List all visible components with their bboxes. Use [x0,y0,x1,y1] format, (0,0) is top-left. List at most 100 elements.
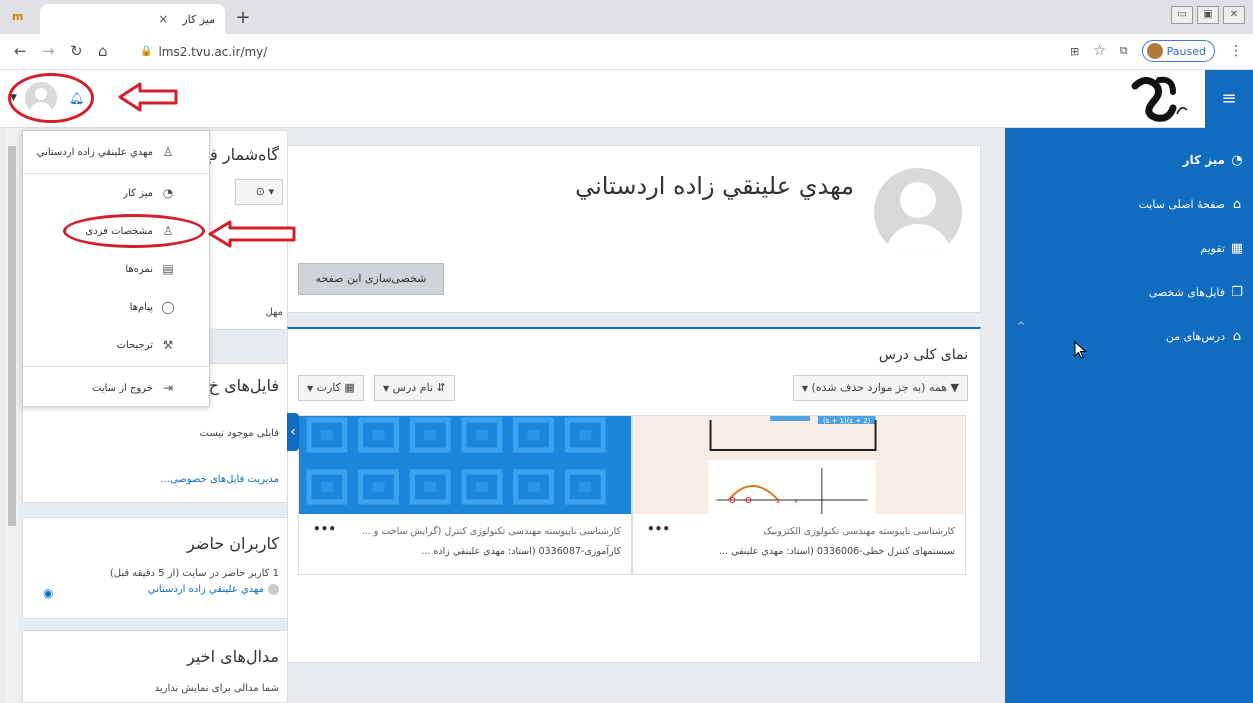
message-icon: ◯ [161,300,175,314]
drawer-item-calendar[interactable]: ▦ تقویم [1005,226,1253,270]
card-course-name[interactable]: کارآموزی-0336087 (استاد: مهدي علينقي زاد… [421,546,621,557]
translate-icon[interactable]: ⊞ [1070,45,1079,58]
menu-item-fullname[interactable]: ♙ مهدي علينقي زاده اردستاني [23,131,209,173]
annotation-arrow-profile [208,220,296,248]
browser-menu-icon[interactable]: ⋮ [1229,43,1243,59]
annotation-ellipse-profile [63,214,205,248]
eye-icon[interactable]: ◉ [43,586,53,600]
site-navbar: ▼ 🔔︎ ≡ [0,70,1253,128]
graduation-cap-icon: ⌂ [1232,328,1242,344]
grades-icon: ▤ [162,262,174,276]
blocks-drawer-toggle-icon[interactable]: ‹ [287,413,299,451]
maximize-icon[interactable]: ▣ [1197,6,1219,24]
manage-files-link[interactable]: مدیریت فایل‌های خصوصی... [160,474,279,485]
course-overview-block: نمای کلی درس ▼ همه (به جز موارد حذف شده)… [287,327,981,663]
logout-icon: ⇥ [162,381,174,395]
new-tab-button[interactable]: + [232,8,254,28]
card-more-menu[interactable]: ••• [313,522,336,536]
menu-item-grades[interactable]: ▤ نمره‌ها [23,250,209,288]
drawer-item-label: درس‌های من [1165,329,1225,343]
profile-avatar [1146,43,1163,59]
grid-icon: ▦ [344,381,355,394]
recent-badges-block: مدال‌های اخیر شما مدالی برای نمایش نداری… [22,630,288,703]
paused-label: Paused [1166,44,1206,58]
course-card[interactable]: ••• کارشناسی ناپیوسته مهندسی تکنولوژی کن… [298,415,632,575]
chrome-profile-icon[interactable]: m [12,10,26,24]
drawer-item-label: صفحهٔ اصلی سایت [1138,197,1225,211]
window-controls: ▭ ▣ ✕ [1171,6,1245,24]
card-category: کارشناسی ناپیوسته مهندسی تکنولوژی کنترل … [361,526,621,537]
sort-label: نام درس [392,381,434,394]
menu-item-label: پیام‌ها [129,301,153,313]
svg-text:x: x [794,497,798,505]
timeline-partial-text: مهل [265,307,283,318]
sort-alpha-icon: ⇵ [436,381,446,394]
dashboard-icon: ◔ [162,186,174,200]
filter-icon: ▼ [950,381,959,394]
url-field[interactable]: 🔒 lms2.tvu.ac.ir/my/ [140,41,1060,63]
card-category: کارشناسی ناپیوسته مهندسی تکنولوژی الکترو… [763,526,955,537]
hamburger-icon: ≡ [1221,88,1237,109]
timeline-title: گاه‌شمار فع [201,145,279,164]
reload-icon[interactable]: ↻ [70,42,83,60]
close-window-icon[interactable]: ✕ [1223,6,1245,24]
forward-icon[interactable]: → [42,42,55,60]
grouping-filter-dropdown[interactable]: ▼ همه (به جز موارد حذف شده) ▼ [792,375,968,401]
menu-item-label: نمره‌ها [125,263,153,275]
course-card-image: (s + 1)(s + 2) x x [633,416,965,514]
annotation-arrow-bell [118,82,178,112]
url-text: lms2.tvu.ac.ir/my/ [158,45,268,59]
menu-item-messages[interactable]: ◯ پیام‌ها [23,288,209,326]
sidebar-scrollbar[interactable] [6,128,18,703]
back-icon[interactable]: ← [14,42,27,60]
card-course-name[interactable]: سیستمهای کنترل خطی-0336006 (استاد: مهدي … [719,546,955,557]
home-icon[interactable]: ⌂ [98,42,108,60]
online-users-summary: 1 کاربر حاضر در سایت (از 5 دقیقه قبل) [109,568,279,579]
wrench-icon: ⚒ [162,338,174,352]
browser-tab[interactable]: میز کار × [40,4,225,34]
tab-title: میز کار [182,12,215,26]
site-logo [1131,76,1188,122]
minimize-icon[interactable]: ▭ [1171,6,1193,24]
address-bar-row: ← → ↻ ⌂ 🔒 lms2.tvu.ac.ir/my/ ⊞ ☆ ⧉ Pause… [0,34,1253,70]
view-label: کارت [316,381,341,394]
chevron-down-icon: ▼ [307,384,314,393]
extension-icon[interactable]: ⧉ [1120,44,1128,58]
drawer-item-home[interactable]: ⌂ صفحهٔ اصلی سایت [1005,182,1253,226]
drawer-item-private-files[interactable]: ❐ فایل‌های شخصی [1005,270,1253,314]
home-icon: ⌂ [1232,196,1242,212]
course-overview-title: نمای کلی درس [878,347,968,363]
drawer-item-label: میز کار [1182,153,1225,167]
drawer-item-label: فایل‌های شخصی [1148,285,1225,299]
drawer-item-dashboard[interactable]: ◔ میز کار [1005,138,1253,182]
calendar-icon: ▦ [1230,240,1244,256]
bookmark-star-icon[interactable]: ☆ [1093,43,1106,59]
user-icon: ♙ [162,145,174,159]
file-icon: ❐ [1231,284,1243,300]
menu-item-logout[interactable]: ⇥ خروج از سایت [23,367,209,409]
svg-text:x: x [776,497,780,505]
browser-actions: ⊞ ☆ ⧉ Paused ⋮ [1070,40,1243,62]
badges-empty-text: شما مدالی برای نمایش ندارید [154,683,279,694]
menu-item-label: خروج از سایت [92,382,153,394]
timeline-filter-dropdown[interactable]: ▾ ⊙ [235,179,283,205]
profile-paused-button[interactable]: Paused [1141,40,1215,62]
menu-item-preferences[interactable]: ⚒ ترجیحات [23,326,209,364]
online-users-title: کاربران حاضر [187,534,279,553]
drawer-item-my-courses[interactable]: ⌂ درس‌های من [1005,314,1253,358]
online-user-link[interactable]: مهدي علينقي زاده اردستاني [148,584,264,595]
drawer-toggle-button[interactable]: ≡ [1205,70,1253,128]
browser-tabbar: m میز کار × + ▭ ▣ ✕ [0,0,1253,34]
badges-title: مدال‌های اخیر [187,647,279,666]
card-more-menu[interactable]: ••• [647,522,670,536]
sort-dropdown[interactable]: ⇵ نام درس ▼ [374,375,455,401]
dashboard-icon: ◔ [1231,152,1243,168]
mouse-cursor-icon [1074,341,1087,359]
view-dropdown[interactable]: ▦ کارت ▼ [298,375,364,401]
customise-page-button[interactable]: شخصی‌سازی این صفحه [298,263,444,295]
course-card[interactable]: (s + 1)(s + 2) x x ••• کارشناسی ناپیوسته… [632,415,966,575]
menu-item-dashboard[interactable]: ◔ میز کار [23,174,209,212]
scrollbar-thumb[interactable] [8,146,16,526]
chevron-up-icon[interactable]: ^ [1017,321,1025,332]
tab-close-icon[interactable]: × [158,12,168,26]
